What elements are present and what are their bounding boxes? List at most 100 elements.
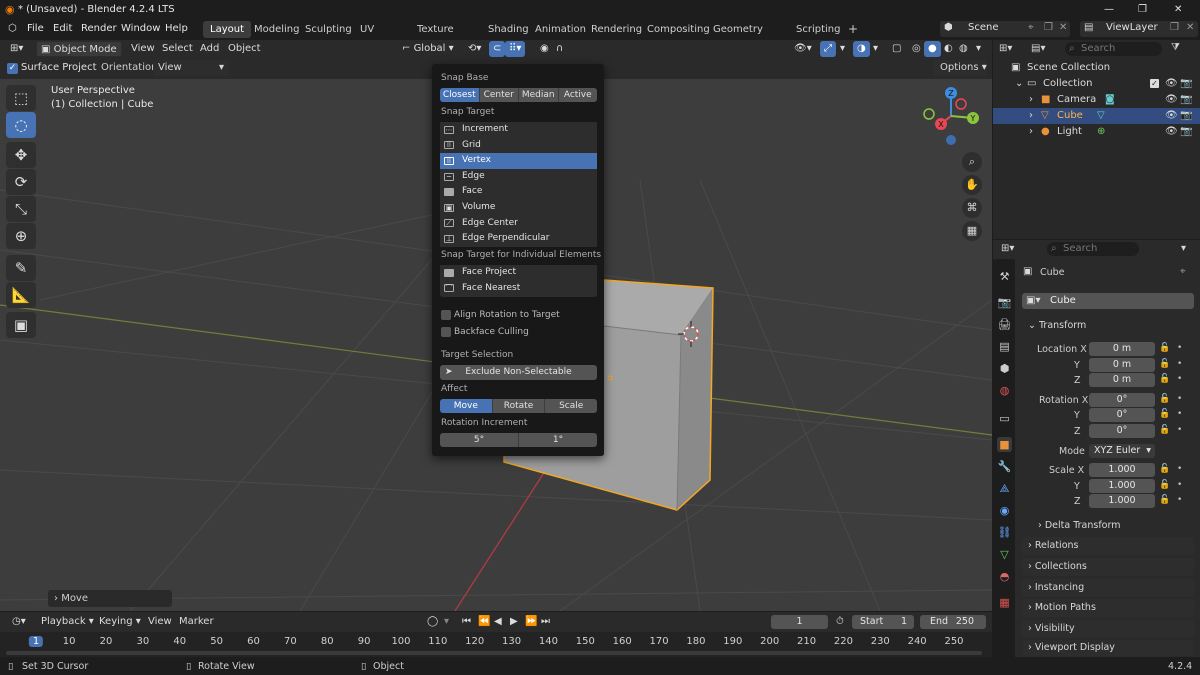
align-rotation-checkbox[interactable]: Align Rotation to Target [441,310,560,320]
object-tab-icon[interactable]: ■ [997,437,1012,452]
tab-texture-paint[interactable]: Texture Paint [410,21,461,52]
stopwatch-icon[interactable]: ⏱ [832,614,848,630]
transform-panel-header[interactable]: ⌄ Transform [1022,317,1194,335]
delete-scene-icon[interactable]: ✕ [1059,22,1067,33]
editor-type-icon[interactable]: ⊞▾ [6,41,27,57]
tool-cursor[interactable]: ◌ [6,112,36,138]
expand-chevron-icon[interactable]: › [1029,92,1033,108]
keyframe-dot-icon[interactable]: • [1177,359,1182,369]
keyframe-dot-icon[interactable]: • [1177,374,1182,384]
outliner-item-camera[interactable]: › ■ Camera ◙ 👁 📷 [993,92,1200,108]
location-x-field[interactable]: 0 m [1089,342,1155,356]
collection-checkbox[interactable]: ✓ [1150,79,1159,88]
menu-file[interactable]: File [27,22,44,36]
menu-timeline-view[interactable]: View [144,614,176,630]
face-project-option[interactable]: Face Project [440,265,597,281]
physics-tab-icon[interactable]: ◉ [997,503,1012,518]
snap-target-increment[interactable]: ⋯ Increment [440,122,597,138]
collections-panel[interactable]: › Collections [1022,558,1194,576]
menu-playback[interactable]: Playback ▾ [37,614,98,630]
timeline-editor-type-icon[interactable]: ◷▾ [8,614,30,630]
viewport-display-panel[interactable]: › Viewport Display [1022,640,1194,656]
current-frame-marker[interactable]: 1 [28,636,44,647]
data-tab-icon[interactable]: ▽ [997,547,1012,562]
tool-select-box[interactable]: ⬚ [6,85,36,111]
output-tab-icon[interactable]: 🖨 [997,317,1012,332]
surface-project-checkbox[interactable]: ✓ [7,63,18,74]
add-workspace-icon[interactable]: + [841,21,865,38]
pin-icon[interactable]: ⌖ [1028,22,1034,33]
collection-row[interactable]: ⌄ ▭ Collection ✓ 👁 📷 [993,76,1200,92]
material-tab-icon[interactable]: ◓ [997,569,1012,584]
snap-target-edge-perpendicular[interactable]: ⊥ Edge Perpendicular [440,231,597,247]
rotation-x-field[interactable]: 0° [1089,393,1155,407]
visibility-eye-icon[interactable]: 👁 [1165,124,1178,140]
rotation-mode-dropdown[interactable]: XYZ Euler ▾ [1089,444,1155,458]
outliner-item-cube[interactable]: › ▽ Cube ▽ 👁 📷 [993,108,1200,124]
snap-base-median[interactable]: Median [519,88,559,102]
snap-base-center[interactable]: Center [479,88,519,102]
tab-sculpting[interactable]: Sculpting [298,21,359,38]
menu-keying[interactable]: Keying ▾ [95,614,145,630]
tab-scripting[interactable]: Scripting [789,21,847,38]
expand-chevron-icon[interactable]: › [1029,124,1033,140]
snap-base-closest[interactable]: Closest [440,88,480,102]
scene-selector[interactable]: ⬢ Scene ⌖ ❐ ✕ [940,21,1070,37]
start-frame-field[interactable]: Start 1 [852,615,914,629]
menu-edit[interactable]: Edit [53,22,72,36]
snap-target-volume[interactable]: ▣ Volume [440,199,597,216]
render-camera-icon[interactable]: 📷 [1180,124,1192,140]
mode-selector[interactable]: ▣ Object Mode ▾ [36,41,122,71]
solid-shading-icon[interactable]: ● [924,41,941,57]
light-data-icon[interactable]: ⊕ [1097,124,1105,140]
properties-search-input[interactable]: ⌕ Search [1047,242,1139,256]
snap-toggle-icon[interactable]: ⊂ [489,41,506,57]
pivot-point-icon[interactable]: ⟲▾ [464,41,485,57]
options-dropdown[interactable]: Options ▾ [933,60,987,76]
affect-move[interactable]: Move [440,399,493,413]
falloff-icon[interactable]: ∩ [552,41,567,57]
visibility-panel[interactable]: › Visibility [1022,620,1194,638]
modifier-tab-icon[interactable]: 🔧 [997,459,1012,474]
properties-options-icon[interactable]: ▾ [1181,243,1186,254]
gizmo-neg-y-icon[interactable] [923,108,935,120]
new-view-layer-icon[interactable]: ❐ [1170,22,1179,33]
keyframe-dot-icon[interactable]: • [1177,480,1182,490]
lock-icon[interactable]: 🔓 [1159,374,1170,384]
world-tab-icon[interactable]: ◍ [997,383,1012,398]
transform-orientation-selector[interactable]: ⌐ Global ▾ [398,41,460,57]
delete-view-layer-icon[interactable]: ✕ [1186,22,1194,33]
filter-icon[interactable]: ⧩ [1171,42,1180,53]
minimize-button[interactable]: — [1104,0,1114,19]
view-layer-tab-icon[interactable]: ▤ [997,339,1012,354]
constraints-tab-icon[interactable]: ⛓ [997,525,1012,540]
expand-chevron-icon[interactable]: › [1029,108,1033,124]
tool-add-cube[interactable]: ▣ [6,312,36,338]
lock-icon[interactable]: 🔓 [1159,343,1170,353]
current-frame-field[interactable]: 1 [771,615,828,629]
instancing-panel[interactable]: › Instancing [1022,579,1194,597]
view-layer-selector[interactable]: ▤ ViewLayer ❐ ✕ [1080,21,1198,37]
tool-tab-icon[interactable]: ⚒ [997,269,1012,284]
tool-measure[interactable]: 📐 [6,282,36,308]
menu-marker[interactable]: Marker [175,614,218,630]
tool-transform[interactable]: ⊕ [6,223,36,249]
camera-view-icon[interactable]: ⌘ [962,198,982,218]
snap-target-face[interactable]: Face [440,184,597,200]
texture-tab-icon[interactable]: ▦ [997,595,1012,610]
new-scene-icon[interactable]: ❐ [1044,22,1053,33]
play-icon[interactable]: ▶ [506,614,522,630]
scene-tab-icon[interactable]: ⬢ [997,361,1012,376]
keyframe-dot-icon[interactable]: • [1177,425,1182,435]
keying-set-icon[interactable]: ▾ [440,614,453,630]
lock-icon[interactable]: 🔓 [1159,495,1170,505]
blender-menu-icon[interactable]: ⬡ [8,22,17,36]
snap-target-vertex[interactable]: ⠿ Vertex [440,153,597,169]
timeline-ruler[interactable]: 1 10 20 30 40 50 60 70 80 90 100 110 120 130 140 150 160… [0,632,992,657]
tool-scale[interactable]: ⤡ [6,196,36,222]
visibility-selector-icon[interactable]: 👁▾ [790,41,816,57]
lock-icon[interactable]: 🔓 [1159,425,1170,435]
menu-view[interactable]: View [127,41,159,57]
play-reverse-icon[interactable]: ◀ [490,614,506,630]
jump-start-icon[interactable]: ⏮ [458,614,475,630]
